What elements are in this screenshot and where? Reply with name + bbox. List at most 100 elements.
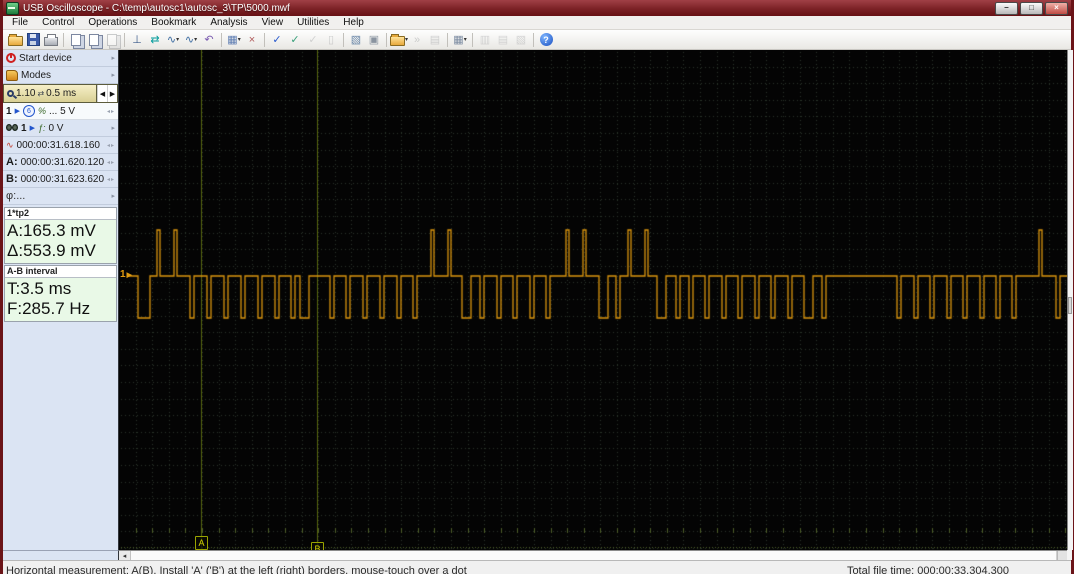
sidebar-item-start-device[interactable]: Start device ▸: [3, 50, 118, 67]
signal-scale-down-icon: ∿: [185, 33, 194, 46]
link-frames-icon: ▣: [369, 33, 379, 46]
help-icon: ?: [540, 33, 553, 46]
sidebar-item-modes[interactable]: Modes ▸: [3, 67, 118, 84]
sync-time-row[interactable]: ∿ 000:00:31.618.160 ◂▸: [3, 137, 118, 154]
dropdown-caret-icon: ▾: [176, 36, 179, 43]
signal-scale-up-icon: ∿: [167, 33, 176, 46]
trigger-arrow-icon: ▶: [30, 124, 35, 132]
ab-value-f: F:285.7 Hz: [7, 299, 114, 319]
toolbar-separator: [63, 33, 64, 47]
vertical-marker-icon: ⊥: [132, 33, 142, 46]
time-arrows-icon[interactable]: ◂▸: [107, 142, 115, 149]
report-sheet-button[interactable]: ▯: [322, 32, 340, 48]
copy-screen-icon: [89, 34, 99, 46]
selection-frame-icon: ▧: [351, 33, 361, 46]
vertical-marker-button[interactable]: ⊥: [128, 32, 146, 48]
tool-a-button[interactable]: ▥: [476, 32, 494, 48]
selection-frame-button[interactable]: ▧: [347, 32, 365, 48]
horizontal-scrollbar-thumb[interactable]: [131, 551, 1057, 560]
tool-b-button[interactable]: ▤: [494, 32, 512, 48]
menu-control[interactable]: Control: [35, 16, 81, 29]
link-frames-button[interactable]: ▣: [365, 32, 383, 48]
range-arrows-icon[interactable]: ◂▸: [107, 108, 115, 115]
print-button[interactable]: [42, 32, 60, 48]
menu-operations[interactable]: Operations: [81, 16, 144, 29]
binoculars-icon: [6, 124, 18, 132]
panel-ab-title: A-B interval: [5, 266, 116, 278]
confirm-gray-icon: ✓: [308, 33, 317, 46]
cursor-a-handle[interactable]: A: [195, 536, 208, 550]
vertical-scrollbar-thumb[interactable]: [1068, 297, 1072, 314]
waveform-canvas[interactable]: [119, 50, 1067, 550]
horizontal-scrollbar[interactable]: ◂: [119, 550, 1067, 560]
display-mode-button[interactable]: ▦▾: [225, 32, 243, 48]
toolbar-separator: [533, 33, 534, 47]
open-file-icon: [8, 36, 23, 46]
signal-scale-up-button[interactable]: ∿▾: [164, 32, 182, 48]
next-fragment-button[interactable]: »: [408, 32, 426, 48]
export-button[interactable]: [103, 32, 121, 48]
trigger-channel-number: 1: [21, 123, 27, 134]
menu-analysis[interactable]: Analysis: [203, 16, 254, 29]
copy-frame-button[interactable]: [67, 32, 85, 48]
tp2-value-delta: Δ:553.9 mV: [7, 241, 114, 261]
menu-help[interactable]: Help: [336, 16, 371, 29]
toolbar-separator: [221, 33, 222, 47]
scope-display: 1 ▶ A B: [119, 50, 1067, 550]
phase-row[interactable]: φ:... ▸: [3, 188, 118, 205]
print-icon: [44, 37, 58, 46]
marker-b-time: 000:00:31.623.620: [21, 174, 104, 185]
confirm-blue-button[interactable]: ✓: [268, 32, 286, 48]
dropdown-caret-icon: ▾: [238, 36, 241, 43]
open-file-button[interactable]: [6, 32, 24, 48]
clear-markers-button[interactable]: ×: [243, 32, 261, 48]
undo-button[interactable]: ↶: [200, 32, 218, 48]
timebase-decrease-button[interactable]: ◀: [97, 85, 107, 102]
horizontal-marker-button[interactable]: ⇄: [146, 32, 164, 48]
marker-b-label: B:: [6, 173, 18, 185]
report-sheet-icon: ▯: [328, 33, 334, 46]
menu-file[interactable]: File: [5, 16, 35, 29]
marker-a-row[interactable]: A: 000:00:31.620.120 ◂▸: [3, 154, 118, 171]
copy-screen-button[interactable]: [85, 32, 103, 48]
chevron-right-icon: ▸: [111, 124, 115, 132]
scrollbar-end-grip[interactable]: [1057, 551, 1067, 560]
close-button[interactable]: ×: [1045, 2, 1068, 15]
marker-b-row[interactable]: B: 000:00:31.623.620 ◂▸: [3, 171, 118, 188]
trigger-settings-row[interactable]: 1 ▶ ƒ: 0 V ▸: [3, 120, 118, 137]
help-button[interactable]: ?: [537, 32, 555, 48]
marker-b-arrows-icon[interactable]: ◂▸: [107, 176, 115, 183]
restore-button[interactable]: □: [1020, 2, 1043, 15]
confirm-teal-icon: ✓: [290, 33, 299, 46]
confirm-teal-button[interactable]: ✓: [286, 32, 304, 48]
menu-view[interactable]: View: [255, 16, 291, 29]
menu-utilities[interactable]: Utilities: [290, 16, 336, 29]
save-file-button[interactable]: [24, 32, 42, 48]
tool-c-button[interactable]: ▧: [512, 32, 530, 48]
waveform-icon: ∿: [6, 140, 14, 151]
display-mode-icon: ▦: [227, 33, 237, 46]
toolbar-separator: [447, 33, 448, 47]
confirm-gray-button[interactable]: ✓: [304, 32, 322, 48]
tool-b-icon: ▤: [498, 33, 508, 46]
signal-scale-down-button[interactable]: ∿▾: [182, 32, 200, 48]
minimize-button[interactable]: –: [995, 2, 1018, 15]
timebase-icon: ⇄: [37, 89, 44, 98]
vertical-scrollbar[interactable]: [1067, 50, 1073, 550]
copy-frame-icon: [71, 34, 81, 46]
channel-settings-row[interactable]: 1 ▶ 6 % ... 5 V ◂▸: [3, 103, 118, 120]
scroll-left-arrow-icon[interactable]: ◂: [119, 551, 131, 560]
probe-divider-icon: 6: [23, 105, 35, 117]
menu-bookmark[interactable]: Bookmark: [144, 16, 203, 29]
zoom-timebase-row[interactable]: 1.10 ⇄ 0.5 ms ◀ ▶: [3, 84, 118, 103]
tp2-value-a: A:165.3 mV: [7, 221, 114, 241]
marker-a-arrows-icon[interactable]: ◂▸: [107, 159, 115, 166]
timebase-increase-button[interactable]: ▶: [107, 85, 117, 102]
toolbar: ⊥⇄∿▾∿▾↶▦▾×✓✓✓▯▧▣▾»▤▦▾▥▤▧?: [3, 30, 1071, 50]
table-view-button[interactable]: ▦▾: [451, 32, 469, 48]
chevron-right-icon: ▸: [111, 192, 115, 200]
save-fragment-button[interactable]: ▾: [390, 32, 408, 48]
measurement-panel-ab-interval: A-B interval T:3.5 ms F:285.7 Hz: [4, 265, 117, 322]
marker-a-label: A:: [6, 156, 18, 168]
fragment-sheet-button[interactable]: ▤: [426, 32, 444, 48]
